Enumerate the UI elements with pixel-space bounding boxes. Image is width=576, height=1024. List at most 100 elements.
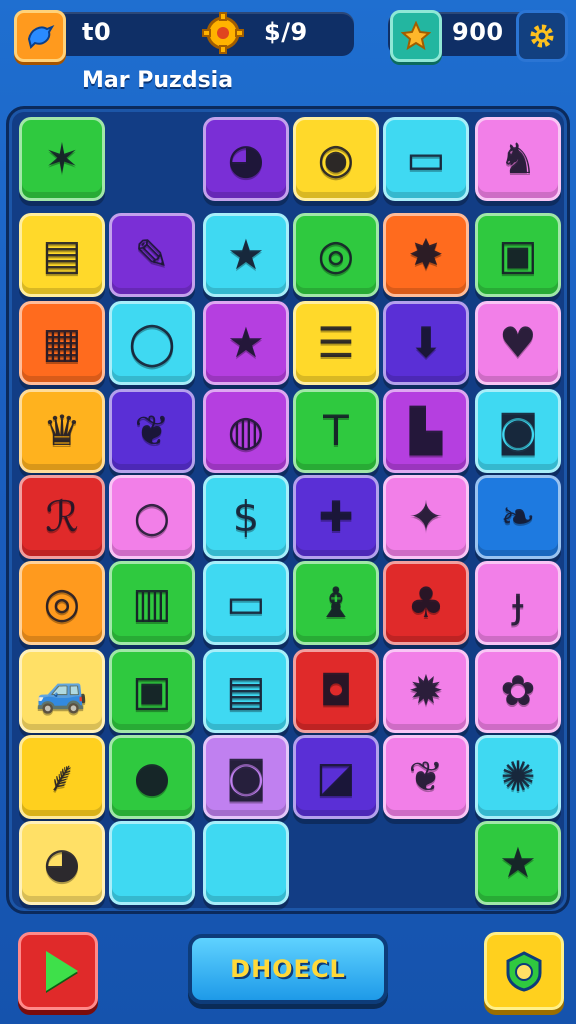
letter-t-icon: T (323, 406, 349, 455)
flame-icon: ❧ (500, 492, 536, 541)
radio-icon: ▣ (132, 666, 172, 715)
crown-icon: ♛ (43, 406, 81, 455)
lens-icon: ◎ (43, 578, 81, 627)
tile-squiggle-icon[interactable]: ℛ (19, 475, 105, 559)
rocket-icon: ✎ (134, 230, 170, 279)
tile-camera-icon[interactable]: ◘ (293, 649, 379, 733)
camera-icon: ◙ (225, 752, 267, 801)
speech-bubble-icon: ◎ (317, 230, 355, 279)
tile-burst-icon[interactable]: ✸ (383, 213, 469, 297)
broom-icon: ⸙ (46, 752, 78, 801)
coin-count: $/9 (264, 18, 308, 46)
tile-pin-icon[interactable]: ◍ (203, 389, 289, 473)
tile-gear-icon[interactable]: ✹ (383, 649, 469, 733)
bird-icon: ✶ (44, 134, 80, 183)
tile-laptop-icon[interactable]: ▭ (203, 561, 289, 645)
ring-icon: ◯ (128, 318, 176, 367)
tile-leaf-icon[interactable]: ❦ (383, 735, 469, 819)
creature-icon: ◕ (43, 838, 81, 887)
tile-broom-icon[interactable]: ⸙ (19, 735, 105, 819)
star-icon[interactable] (390, 10, 442, 62)
tile-list-icon[interactable]: ☰ (293, 301, 379, 385)
tile-chess-piece-icon[interactable]: ♝ (293, 561, 379, 645)
feather-icon: ɟ (512, 578, 524, 627)
tile-flame-icon[interactable]: ❧ (475, 475, 561, 559)
tile-puzzle-icon[interactable]: ▙ (383, 389, 469, 473)
tile-star-icon[interactable]: ★ (203, 213, 289, 297)
heart-icon: ♥ (499, 318, 537, 367)
tile-camera-icon[interactable]: ◙ (203, 735, 289, 819)
tile-feather-icon[interactable]: ɟ (475, 561, 561, 645)
tile-letter-t-icon[interactable]: T (293, 389, 379, 473)
tile-ring-icon[interactable]: ◯ (109, 301, 195, 385)
tile-rocket-icon[interactable]: ✎ (109, 213, 195, 297)
tile-flower-icon[interactable]: ✿ (475, 649, 561, 733)
plus-icon: ✚ (318, 492, 354, 541)
car-icon: 🚙 (35, 666, 89, 715)
tile-blob-icon[interactable]: ✺ (475, 735, 561, 819)
tile-cat-icon[interactable]: ♞ (475, 117, 561, 201)
bird-icon[interactable] (14, 10, 66, 62)
puzzle-board: ✶ ◕ ◉ ▭ ♞ ▤ ✎ ★ ◎ ✸ ▣ ▦ ◯ ★ ☰ ⬇ ♥ ♛ ❦ ◍ T ▙ ◙ ℛ ○ $ ✚ ✦ ❧ ◎ ▥ ▭ ♝ ♣ ɟ 🚙 ▣ ▤ ◘ ✹… (6, 106, 570, 914)
star-icon: ★ (499, 838, 537, 887)
tile-sparkle-icon[interactable]: ✦ (383, 475, 469, 559)
gear-icon (530, 24, 554, 48)
tile-empty-slot[interactable] (109, 821, 195, 905)
main-action-button[interactable]: DHOECL (188, 934, 388, 1004)
tile-leaf-icon[interactable]: ❦ (109, 389, 195, 473)
tile-car-icon[interactable]: 🚙 (19, 649, 105, 733)
tile-heart-icon[interactable]: ♥ (475, 301, 561, 385)
tile-plus-icon[interactable]: ✚ (293, 475, 379, 559)
hint-button[interactable] (484, 932, 564, 1010)
star-icon: ★ (227, 318, 265, 367)
tile-camera-box-icon[interactable]: ▦ (19, 301, 105, 385)
tile-empty-slot[interactable] (203, 821, 289, 905)
dollar-icon: $ (232, 492, 260, 541)
camera-box-icon: ▦ (42, 318, 82, 367)
top-hud: t0 $/9 900 (0, 0, 576, 70)
blob-icon: ✺ (500, 752, 536, 801)
play-button[interactable] (18, 932, 98, 1010)
level-title: Mar Puzdsia (82, 68, 234, 93)
tile-speech-bubble-icon[interactable]: ◎ (293, 213, 379, 297)
settings-button[interactable] (516, 10, 568, 62)
bubble-icon: ○ (133, 492, 171, 541)
tile-lens-icon[interactable]: ◎ (19, 561, 105, 645)
gear-icon: ✹ (408, 666, 444, 715)
leaf-icon: ❦ (408, 752, 444, 801)
tile-bubble-icon[interactable]: ○ (109, 475, 195, 559)
chess-piece-icon: ♝ (317, 578, 355, 627)
chat-icon: ▭ (406, 134, 446, 183)
tile-radio-icon[interactable]: ▣ (109, 649, 195, 733)
globe-icon: ◕ (227, 134, 265, 183)
camera-icon: ◙ (497, 406, 539, 455)
balloon-icon: ● (133, 752, 171, 801)
tile-star-icon[interactable]: ★ (475, 821, 561, 905)
tile-chat-icon[interactable]: ▭ (383, 117, 469, 201)
tile-dollar-icon[interactable]: $ (203, 475, 289, 559)
tile-balloon-icon[interactable]: ● (109, 735, 195, 819)
tile-clover-icon[interactable]: ♣ (383, 561, 469, 645)
sparkle-icon: ✦ (408, 492, 444, 541)
star-count: 900 (452, 18, 504, 46)
tile-bird-icon[interactable]: ✶ (19, 117, 105, 201)
list-icon: ☰ (317, 318, 355, 367)
tile-building-icon[interactable]: ▥ (109, 561, 195, 645)
laptop-icon: ▭ (226, 578, 266, 627)
tile-apple-icon[interactable]: ◉ (293, 117, 379, 201)
puzzle-icon: ▙ (409, 406, 443, 455)
tile-ruler-icon[interactable]: ◪ (293, 735, 379, 819)
tile-bag-icon[interactable]: ▣ (475, 213, 561, 297)
pin-icon: ◍ (227, 406, 265, 455)
tile-globe-icon[interactable]: ◕ (203, 117, 289, 201)
tile-camera-icon[interactable]: ◙ (475, 389, 561, 473)
tile-creature-icon[interactable]: ◕ (19, 821, 105, 905)
camera-icon: ◘ (319, 666, 353, 715)
tile-arrow-down-icon[interactable]: ⬇ (383, 301, 469, 385)
leaf-icon: ❦ (134, 406, 170, 455)
arrow-down-icon: ⬇ (408, 318, 444, 367)
tile-radio-icon[interactable]: ▤ (19, 213, 105, 297)
tile-crown-icon[interactable]: ♛ (19, 389, 105, 473)
tile-notepad-icon[interactable]: ▤ (203, 649, 289, 733)
tile-star-icon[interactable]: ★ (203, 301, 289, 385)
